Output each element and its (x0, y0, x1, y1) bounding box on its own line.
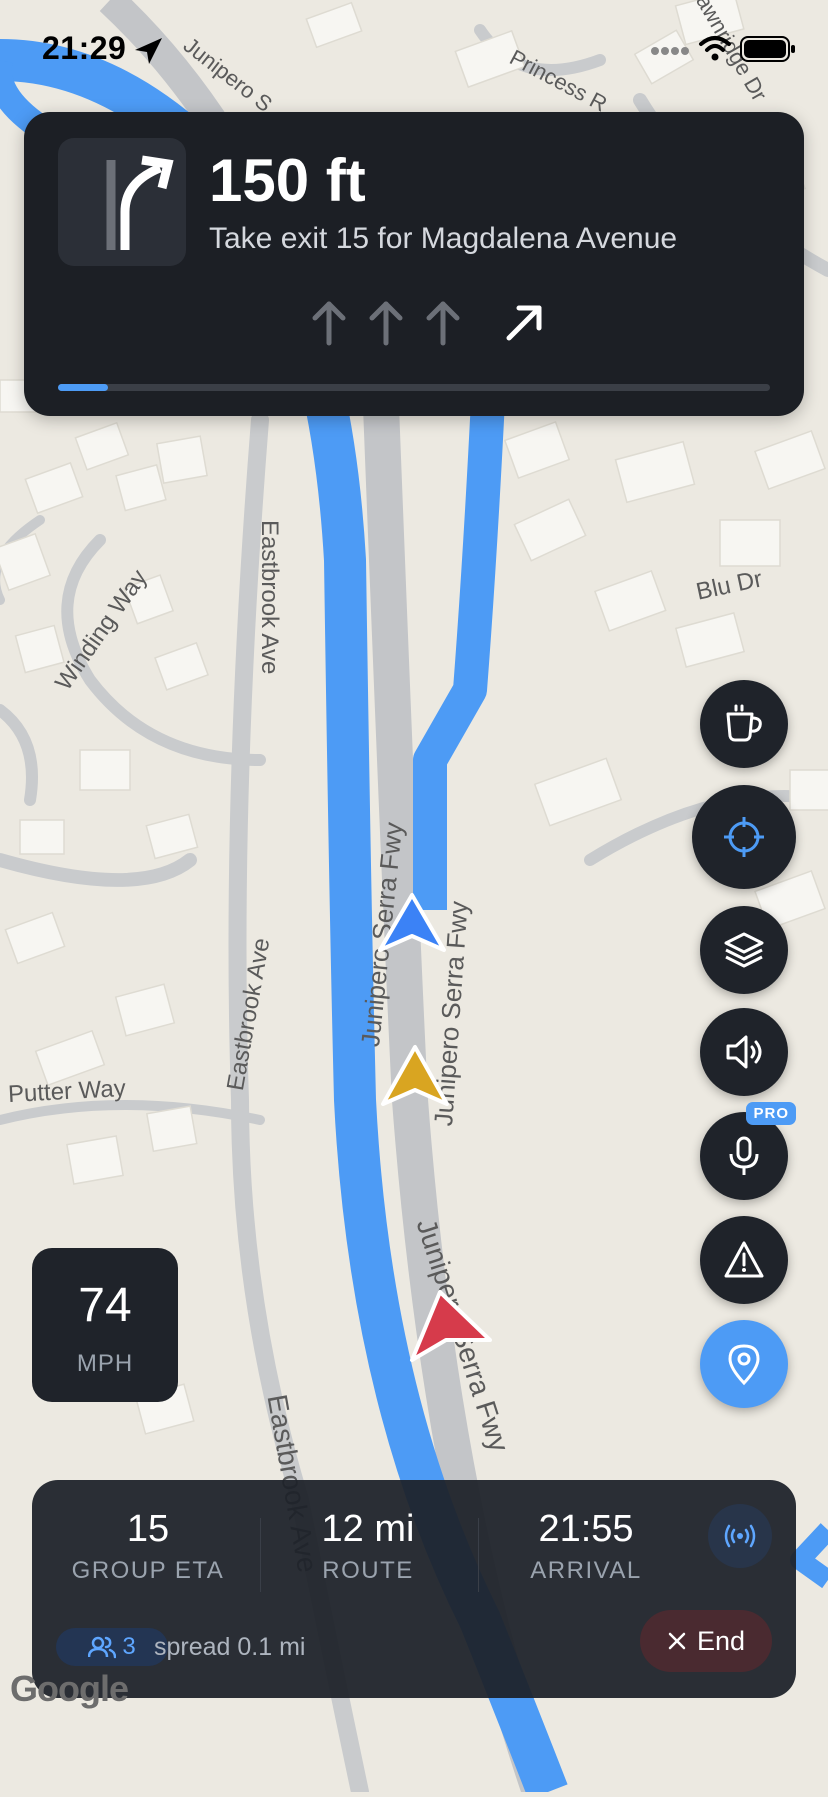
speedometer: 74 MPH (32, 1248, 178, 1402)
lane-straight-icon (312, 301, 346, 346)
end-label: End (696, 1625, 746, 1656)
location-pin-icon (728, 1344, 760, 1386)
lane-straight-icon (426, 301, 460, 346)
group-eta-label: GROUP ETA (71, 1557, 225, 1584)
street-label: Eastbrook Ave (256, 520, 283, 675)
route-label: ROUTE (322, 1557, 414, 1584)
layers-button[interactable] (700, 906, 788, 994)
coffee-stop-button[interactable] (700, 680, 788, 768)
google-logo: Google (10, 1668, 129, 1709)
coffee-icon (726, 704, 762, 742)
group-spread: spread 0.1 mi (154, 1633, 306, 1661)
exit-right-arrow-icon (106, 155, 174, 250)
layers-icon (724, 932, 764, 968)
end-trip-button[interactable]: End (640, 1610, 772, 1672)
route-stat: 12 mi ROUTE (268, 1508, 468, 1585)
pro-badge: PRO (746, 1102, 796, 1125)
voice-button[interactable]: PRO (700, 1102, 796, 1200)
group-eta-value: 15 (126, 1508, 170, 1550)
arrival-stat: 21:55 ARRIVAL (486, 1508, 686, 1585)
group-icon (88, 1636, 117, 1659)
clock: 21:29 (42, 30, 127, 66)
arrival-label: ARRIVAL (530, 1557, 642, 1584)
recenter-icon (724, 817, 764, 857)
divider (260, 1518, 261, 1592)
broadcast-icon (724, 1524, 756, 1548)
maneuver-distance: 150 ft (209, 147, 366, 214)
route-progress-fill (58, 384, 108, 391)
maneuver-tile (58, 138, 186, 266)
route-value: 12 mi (321, 1508, 415, 1550)
battery-icon (740, 36, 795, 62)
speed-unit: MPH (76, 1350, 134, 1377)
group-members-chip[interactable]: 3 (56, 1628, 168, 1666)
recenter-button[interactable] (692, 785, 796, 889)
wifi-icon (699, 36, 731, 61)
arrival-value: 21:55 (538, 1508, 634, 1550)
lane-straight-icon (369, 301, 403, 346)
lane-guidance (304, 298, 544, 353)
trip-summary-panel[interactable]: 15 GROUP ETA 12 mi ROUTE 21:55 ARRIVAL 3… (32, 1480, 796, 1698)
divider (478, 1518, 479, 1592)
speaker-icon (726, 1035, 762, 1069)
close-icon (668, 1632, 686, 1650)
route-progress-bar (58, 384, 770, 391)
location-arrow-icon (135, 38, 162, 64)
speed-value: 74 (78, 1279, 132, 1332)
sound-button[interactable] (700, 1008, 788, 1096)
status-bar: 21:29 (0, 0, 828, 96)
lane-right-active-icon (506, 305, 542, 341)
group-eta-stat: 15 GROUP ETA (48, 1508, 248, 1585)
warning-icon (724, 1241, 764, 1278)
maneuver-instruction: Take exit 15 for Magdalena Avenue (209, 222, 678, 255)
cellular-signal-icon (651, 47, 689, 55)
report-hazard-button[interactable] (700, 1216, 788, 1304)
share-location-button[interactable] (700, 1320, 788, 1408)
broadcast-button[interactable] (708, 1504, 772, 1568)
microphone-icon (729, 1136, 759, 1175)
navigation-card[interactable]: 150 ft Take exit 15 for Magdalena Avenue (24, 112, 804, 416)
group-count: 3 (122, 1633, 136, 1660)
